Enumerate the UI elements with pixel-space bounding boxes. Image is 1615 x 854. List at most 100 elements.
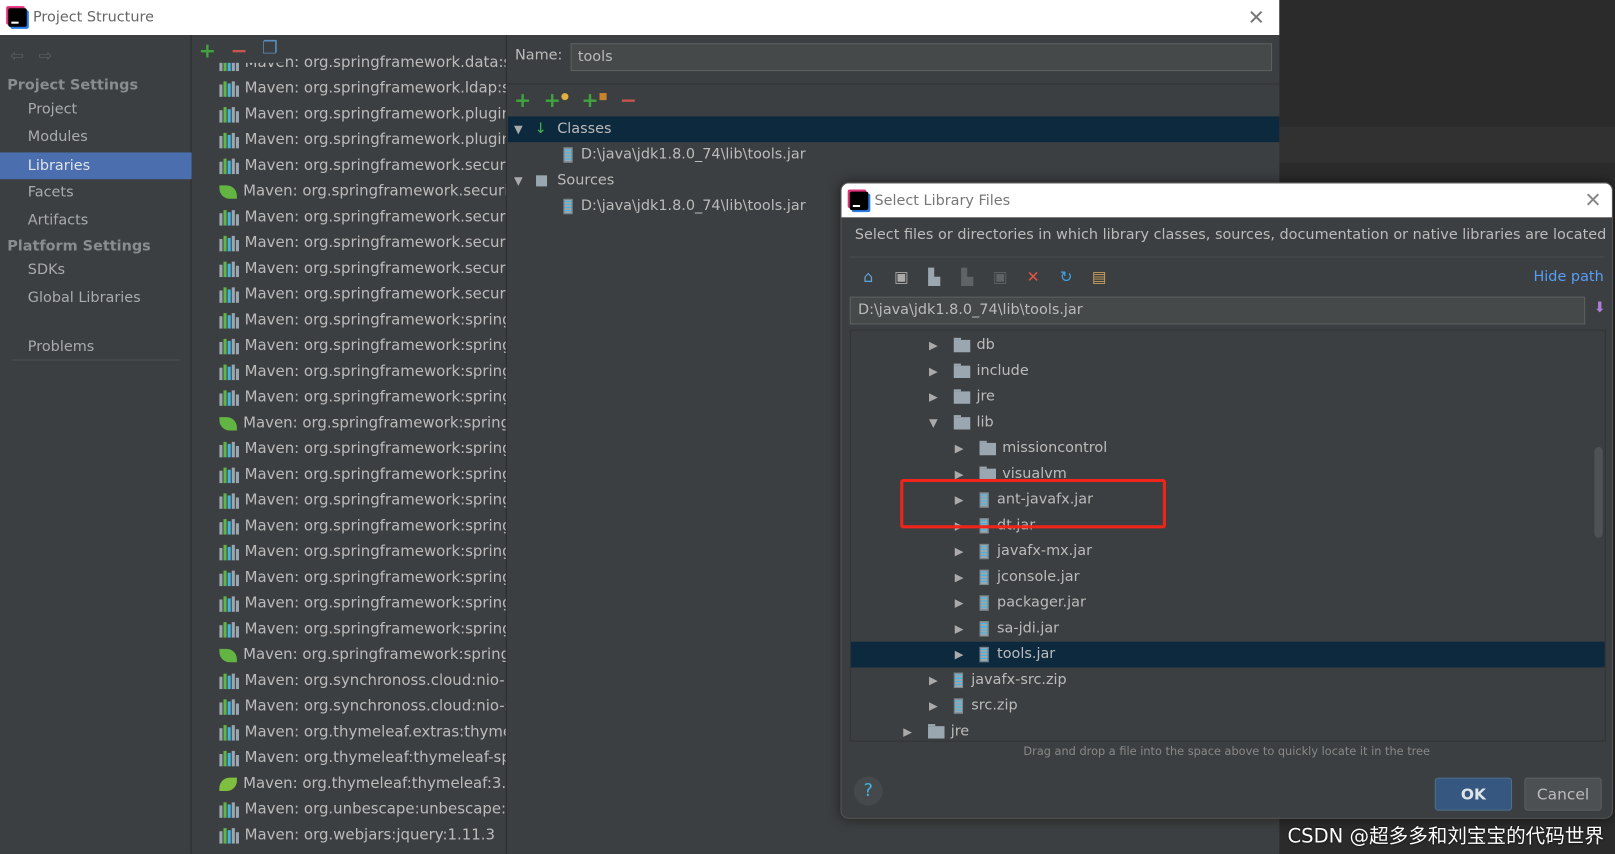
library-item-label: Maven: org.webjars:jquery:1.11.3 (244, 827, 496, 844)
library-item[interactable]: Maven: org.springframework.security (219, 256, 506, 282)
file-tree-row[interactable]: ▶ src.zip (851, 693, 1605, 719)
library-item[interactable]: Maven: org.webjars:jquery:1.11.3 (219, 823, 495, 849)
library-item[interactable]: Maven: org.springframework:spring- (219, 334, 506, 360)
add-library-icon[interactable]: + (199, 38, 216, 63)
library-item[interactable]: Maven: org.springframework.security (219, 153, 506, 179)
scrollbar[interactable] (1594, 447, 1603, 538)
detail-tree-row[interactable]: ▼ ↓ Classes (507, 116, 1280, 143)
library-item[interactable]: Maven: org.springframework:spring- (219, 643, 506, 669)
file-tree-row[interactable]: ▶ include (851, 358, 1605, 384)
library-item[interactable]: Maven: org.springframework.plugin: (219, 102, 506, 128)
home-icon[interactable]: ⌂ (858, 268, 879, 287)
sidebar-item-sdks[interactable]: SDKs (0, 256, 192, 283)
help-button[interactable]: ? (853, 776, 883, 806)
expand-arrow-icon[interactable]: ▶ (955, 590, 980, 616)
sidebar-item-artifacts[interactable]: Artifacts (0, 207, 192, 234)
library-item[interactable]: Maven: org.springframework:spring-j (219, 462, 506, 488)
library-item[interactable]: Maven: org.thymeleaf.extras:thymele (219, 720, 506, 746)
project-directory-icon[interactable]: ▙ (924, 268, 945, 287)
file-tree-row[interactable]: ▶ tools.jar (850, 641, 1605, 668)
library-item-label: Maven: org.synchronoss.cloud:nio-m (244, 672, 507, 690)
expand-arrow-icon[interactable]: ▶ (955, 436, 980, 462)
library-item[interactable]: Maven: org.springframework.security (219, 231, 506, 257)
attach-jar-directories-icon[interactable]: +■ (581, 88, 607, 113)
library-item[interactable]: Maven: org.springframework:spring- (219, 591, 506, 617)
add-icon[interactable]: + (514, 88, 531, 113)
hide-path-link[interactable]: Hide path (1533, 269, 1603, 285)
file-tree-row[interactable]: ▶ db (851, 333, 1605, 359)
library-item[interactable]: Maven: org.springframework:spring- (219, 617, 506, 643)
module-directory-icon[interactable]: ▙ (957, 268, 978, 287)
library-item[interactable]: Maven: org.thymeleaf:thymeleaf-spr (219, 746, 506, 772)
library-item[interactable]: Maven: org.unbescape:unbescape:1. (219, 797, 506, 823)
refresh-icon[interactable]: ↻ (1056, 268, 1077, 287)
detail-tree-row[interactable]: D:\java\jdk1.8.0_74\lib\tools.jar (508, 142, 1279, 168)
copy-icon[interactable]: ❐ (262, 38, 278, 63)
cancel-button[interactable]: Cancel (1524, 777, 1602, 811)
file-tree-row[interactable]: ▶ missioncontrol (851, 436, 1605, 462)
expand-arrow-icon[interactable]: ▶ (955, 564, 980, 590)
library-item[interactable]: Maven: org.springframework:spring- (219, 565, 506, 591)
expand-arrow-icon[interactable]: ▶ (955, 642, 980, 668)
library-item[interactable]: Maven: org.springframework:spring- (219, 437, 506, 463)
library-item[interactable]: Maven: org.springframework:spring- (219, 308, 506, 334)
back-icon[interactable]: ⇦ (10, 45, 24, 65)
file-tree-label: javafx-mx.jar (997, 542, 1093, 560)
expand-arrow-icon[interactable]: ▼ (514, 116, 530, 142)
sidebar-item-facets[interactable]: Facets (0, 179, 192, 206)
remove-icon[interactable]: − (620, 88, 637, 113)
library-item[interactable]: Maven: org.springframework:spring- (219, 359, 506, 385)
library-item[interactable]: Maven: org.springframework:spring- (219, 514, 506, 540)
file-tree-row[interactable]: ▶ packager.jar (851, 590, 1605, 616)
desktop-icon[interactable]: ▣ (891, 268, 912, 287)
sidebar-item-modules[interactable]: Modules (0, 124, 192, 151)
library-item[interactable]: Maven: org.springframework:spring-j (219, 488, 506, 514)
file-tree-row[interactable]: ▶ jconsole.jar (851, 564, 1605, 590)
attach-files-icon[interactable]: +● (544, 88, 569, 113)
sidebar-item-libraries[interactable]: Libraries (0, 152, 192, 180)
expand-arrow-icon[interactable]: ▶ (929, 358, 954, 384)
file-chooser-toolbar: ⌂ ▣ ▙ ▙ ▣ ✕ ↻ ▤ (858, 268, 1109, 287)
library-item[interactable]: Maven: org.thymeleaf:thymeleaf:3.0. (219, 771, 506, 797)
file-tree-row[interactable]: ▶ jre (851, 719, 1605, 741)
ok-button[interactable]: OK (1434, 777, 1513, 811)
path-input[interactable]: D:\java\jdk1.8.0_74\lib\tools.jar (849, 296, 1586, 325)
library-item[interactable]: Maven: org.springframework:spring- (219, 385, 506, 411)
expand-arrow-icon[interactable]: ▶ (955, 539, 980, 565)
sidebar-item-problems[interactable]: Problems (0, 334, 192, 361)
expand-arrow-icon[interactable]: ▶ (929, 384, 954, 410)
library-item[interactable]: Maven: org.springframework.security (219, 179, 506, 205)
sidebar-item-project[interactable]: Project (0, 96, 192, 123)
library-item[interactable]: Maven: org.synchronoss.cloud:nio-m (219, 668, 506, 694)
show-hidden-icon[interactable]: ▤ (1089, 268, 1110, 287)
expand-arrow-icon[interactable]: ▶ (929, 693, 954, 719)
library-item[interactable]: Maven: org.springframework.plugin: (219, 128, 506, 154)
library-item[interactable]: Maven: org.springframework.security (219, 205, 506, 231)
sidebar-item-global-libraries[interactable]: Global Libraries (0, 284, 192, 311)
name-input[interactable]: tools (570, 43, 1273, 72)
file-tree-row[interactable]: ▶ jre (851, 384, 1605, 410)
library-item[interactable]: Maven: org.springframework.security (219, 282, 506, 308)
expand-arrow-icon[interactable]: ▶ (929, 333, 954, 359)
expand-arrow-icon[interactable]: ▼ (514, 168, 530, 194)
history-icon[interactable]: ⬇ (1594, 300, 1606, 316)
expand-arrow-icon[interactable]: ▶ (955, 616, 980, 642)
forward-icon[interactable]: ⇨ (39, 45, 53, 65)
library-item[interactable]: Maven: org.synchronoss.cloud:nio-st (219, 694, 506, 720)
file-tree-row[interactable]: ▼ lib (851, 410, 1605, 436)
jar-icon (979, 595, 989, 611)
new-folder-icon[interactable]: ▣ (990, 268, 1011, 287)
close-icon[interactable]: ✕ (1248, 5, 1265, 30)
remove-library-icon[interactable]: − (230, 38, 247, 63)
library-item[interactable]: Maven: org.springframework.ldap:sp (219, 76, 506, 102)
expand-arrow-icon[interactable]: ▼ (929, 410, 954, 436)
file-tree-row[interactable]: ▶ javafx-mx.jar (851, 539, 1605, 565)
file-tree-row[interactable]: ▶ sa-jdi.jar (851, 616, 1605, 642)
expand-arrow-icon[interactable]: ▶ (929, 667, 954, 693)
dialog-close-icon[interactable]: ✕ (1584, 187, 1601, 212)
delete-icon[interactable]: ✕ (1023, 268, 1044, 287)
library-item[interactable]: Maven: org.springframework:spring- (219, 411, 506, 437)
expand-arrow-icon[interactable]: ▶ (903, 719, 928, 741)
file-tree-row[interactable]: ▶ javafx-src.zip (851, 667, 1605, 693)
library-item[interactable]: Maven: org.springframework:spring- (219, 540, 506, 566)
